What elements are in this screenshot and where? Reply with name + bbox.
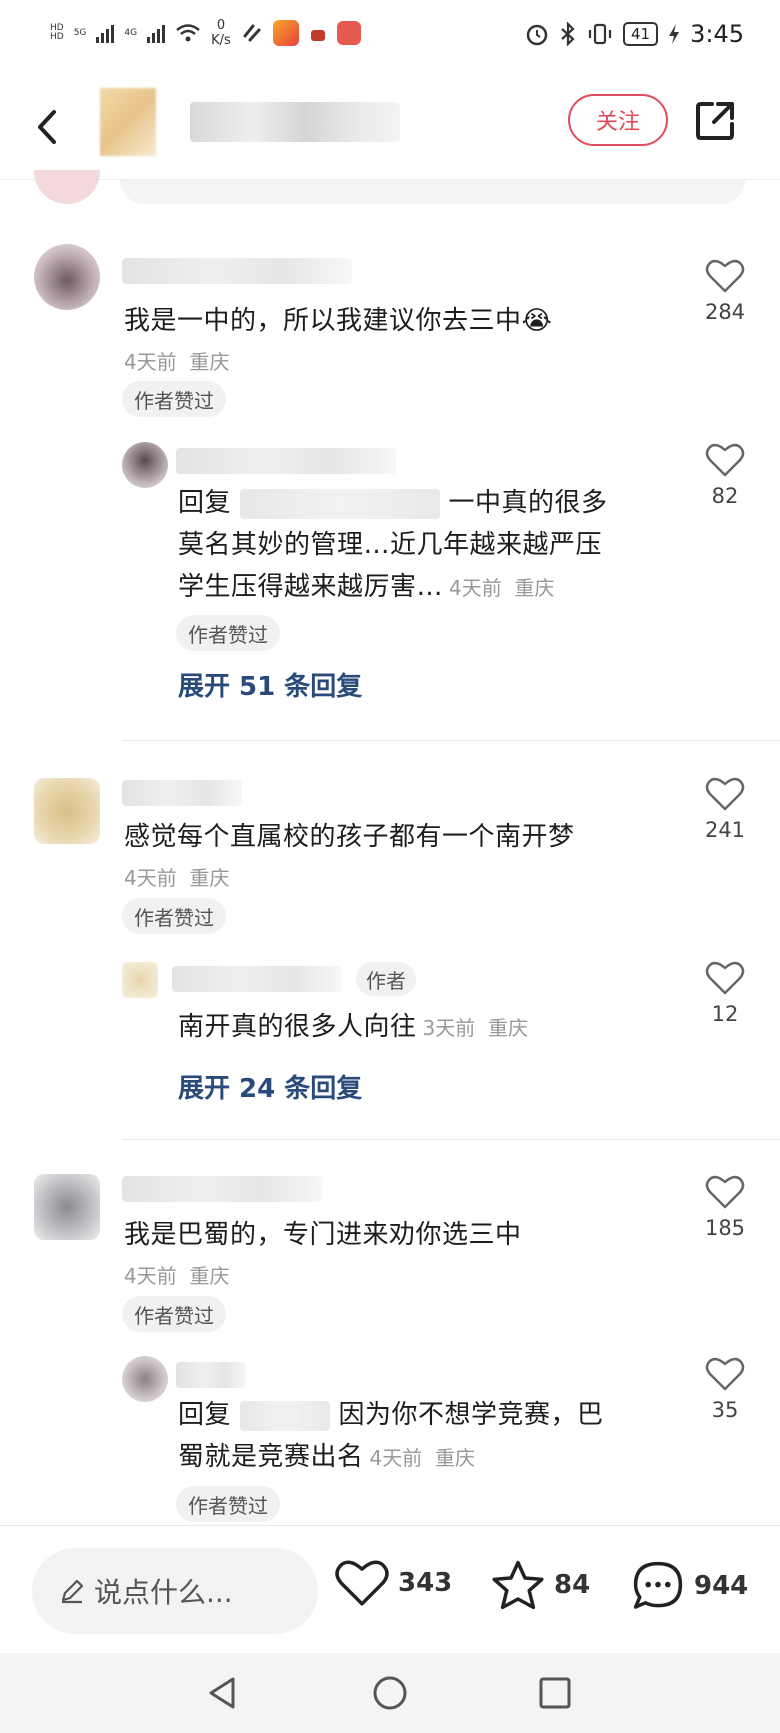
- nav-home-icon[interactable]: [370, 1673, 410, 1713]
- follow-button[interactable]: 关注: [568, 94, 668, 146]
- clock-time: 3:45: [690, 20, 744, 48]
- comment-input[interactable]: 说点什么...: [32, 1548, 318, 1634]
- post-like-button[interactable]: 343: [334, 1558, 452, 1608]
- reply-name-blurred[interactable]: [176, 448, 396, 474]
- crying-emoji-icon: 😭: [521, 306, 553, 336]
- nav-back-icon[interactable]: [203, 1673, 243, 1713]
- comment-bubble-icon: [633, 1561, 683, 1609]
- share-icon[interactable]: [692, 98, 738, 144]
- charging-icon: [669, 24, 680, 44]
- commenter-avatar-blurred[interactable]: [34, 1174, 100, 1240]
- hd-badge: HD: [50, 32, 64, 42]
- status-bar: HD HD 5G 4G 0 K/s 41 3:45: [0, 0, 780, 72]
- network-5g-label: 5G: [73, 27, 87, 38]
- author-tag: 作者: [356, 962, 416, 996]
- author-liked-chip: 作者赞过: [122, 898, 226, 934]
- commenter-name-blurred[interactable]: [122, 258, 352, 284]
- comment-input-placeholder: 说点什么...: [94, 1576, 233, 1609]
- like-button[interactable]: 35: [695, 1356, 755, 1422]
- commenter-name-blurred[interactable]: [122, 780, 242, 806]
- lock-app-icon: [310, 30, 325, 41]
- network-4g-label: 4G: [124, 27, 138, 38]
- like-count: 185: [704, 1216, 746, 1240]
- author-liked-chip: 作者赞过: [122, 381, 226, 417]
- commenter-avatar-blurred[interactable]: [34, 244, 100, 310]
- pencil-icon: [61, 1579, 84, 1604]
- alarm-icon: [526, 24, 548, 46]
- bluetooth-icon: [561, 22, 575, 46]
- like-button[interactable]: 185: [695, 1174, 755, 1240]
- reply-text: 回复 因为你不想学竞赛，巴 蜀就是竞赛出名 4天前 重庆: [178, 1400, 604, 1472]
- like-button[interactable]: 241: [695, 776, 755, 842]
- partial-reply-box: [120, 180, 745, 204]
- comment-meta: 4天前 重庆: [124, 866, 230, 890]
- comment-text: 我是一中的，所以我建议你去三中😭: [124, 306, 553, 336]
- like-button[interactable]: 284: [695, 258, 755, 324]
- author-avatar-blurred[interactable]: [100, 88, 156, 156]
- expand-replies-link[interactable]: 展开 24 条回复: [178, 1068, 362, 1105]
- system-nav-bar: [0, 1653, 780, 1733]
- post-comment-button[interactable]: 944: [630, 1558, 748, 1614]
- heart-icon: [705, 1175, 745, 1209]
- reply-meta: 4天前 重庆: [369, 1446, 475, 1470]
- reply-name-blurred[interactable]: [176, 1362, 246, 1388]
- reply-text: 南开真的很多人向往 3天前 重庆: [178, 1012, 528, 1042]
- reply-target-blurred: [239, 488, 440, 519]
- partial-avatar: [34, 170, 100, 204]
- like-button[interactable]: 12: [695, 960, 755, 1026]
- heart-icon: [705, 1357, 745, 1391]
- reply-target-blurred: [239, 1400, 330, 1431]
- commenter-name-blurred[interactable]: [122, 1176, 322, 1202]
- reply-avatar-blurred[interactable]: [122, 442, 168, 488]
- hd-badges: HD HD: [50, 24, 64, 42]
- signal-icon: [96, 23, 115, 43]
- heart-icon: [335, 1560, 389, 1606]
- post-favorite-button[interactable]: 84: [490, 1558, 590, 1612]
- author-name-blurred[interactable]: [190, 102, 400, 142]
- like-count: 284: [704, 300, 746, 324]
- author-liked-chip: 作者赞过: [122, 1296, 226, 1332]
- comment-meta: 4天前 重庆: [124, 350, 230, 374]
- post-header: 关注: [0, 72, 780, 180]
- reply-avatar-blurred[interactable]: [122, 962, 158, 998]
- link-icon: [243, 24, 261, 42]
- battery-level: 41: [623, 22, 659, 46]
- nav-recents-icon[interactable]: [535, 1673, 575, 1713]
- signal-icon: [147, 23, 166, 43]
- reply-text: 回复 一中真的很多 莫名其妙的管理…近几年越来越严压 学生压得越来越厉害… 4天前…: [178, 488, 608, 602]
- vibrate-icon: [588, 23, 612, 45]
- divider: [122, 740, 780, 741]
- book-app-icon: [336, 21, 361, 45]
- post-comment-count: 944: [694, 1571, 749, 1601]
- heart-icon: [705, 777, 745, 811]
- bottom-action-bar: 说点什么... 343 84 944: [0, 1525, 780, 1653]
- post-favorite-count: 84: [554, 1570, 591, 1600]
- like-count: 241: [704, 818, 746, 842]
- divider: [122, 1139, 780, 1140]
- heart-icon: [705, 443, 745, 477]
- game-app-icon: [272, 20, 299, 46]
- expand-replies-link[interactable]: 展开 51 条回复: [178, 666, 362, 703]
- back-arrow-icon[interactable]: [28, 102, 68, 152]
- wifi-icon: [176, 24, 200, 42]
- like-count: 12: [711, 1002, 739, 1026]
- author-liked-chip: 作者赞过: [176, 615, 280, 651]
- star-icon: [492, 1560, 544, 1610]
- like-count: 82: [711, 484, 739, 508]
- network-speed: 0 K/s: [211, 18, 231, 48]
- commenter-avatar-blurred[interactable]: [34, 778, 100, 844]
- heart-icon: [705, 961, 745, 995]
- comment-meta: 4天前 重庆: [124, 1264, 230, 1288]
- reply-meta: 3天前 重庆: [422, 1016, 528, 1040]
- reply-avatar-blurred[interactable]: [122, 1356, 168, 1402]
- comment-text: 我是巴蜀的，专门进来劝你选三中: [124, 1220, 522, 1250]
- comment-text: 感觉每个直属校的孩子都有一个南开梦: [124, 822, 575, 852]
- reply-name-blurred[interactable]: [172, 966, 342, 992]
- like-button[interactable]: 82: [695, 442, 755, 508]
- reply-meta: 4天前 重庆: [449, 576, 555, 600]
- author-liked-chip: 作者赞过: [176, 1486, 280, 1522]
- post-like-count: 343: [398, 1568, 453, 1598]
- like-count: 35: [711, 1398, 739, 1422]
- heart-icon: [705, 259, 745, 293]
